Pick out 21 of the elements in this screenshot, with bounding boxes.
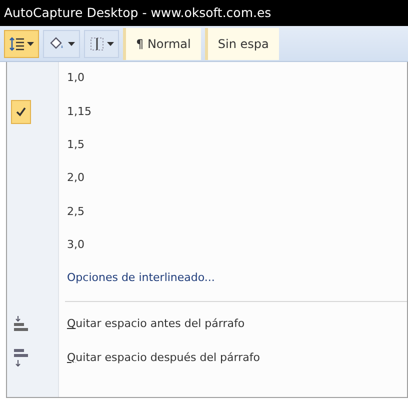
menu-item[interactable]: Quitar espacio después del párrafo	[67, 350, 260, 366]
caret-icon	[68, 42, 75, 46]
menu-item[interactable]: 2,5	[67, 204, 84, 220]
menu-item[interactable]: 1,15	[67, 104, 92, 120]
menu-item[interactable]: 1,0	[67, 70, 84, 87]
borders-icon	[89, 36, 105, 52]
borders-button[interactable]	[84, 30, 119, 58]
space-after-icon	[13, 348, 29, 368]
style-gallery-item[interactable]: ¶ Normal	[123, 28, 201, 60]
line-spacing-icon	[9, 36, 25, 52]
caret-icon	[27, 42, 34, 46]
menu-item[interactable]: 3,0	[67, 236, 84, 254]
style-gallery-item[interactable]: Sin espa	[204, 28, 279, 60]
menu-item[interactable]: 1,5	[67, 136, 84, 154]
window-title: AutoCapture Desktop - www.oksoft.com.es	[0, 0, 408, 26]
menu-item[interactable]: Opciones de interlineado...	[67, 270, 215, 287]
menu-item[interactable]: Quitar espacio antes del párrafo	[67, 316, 245, 333]
menu-item[interactable]: 2,0	[67, 170, 84, 187]
caret-icon	[107, 42, 114, 46]
shading-button[interactable]	[43, 30, 80, 58]
line-spacing-button[interactable]	[4, 30, 39, 58]
